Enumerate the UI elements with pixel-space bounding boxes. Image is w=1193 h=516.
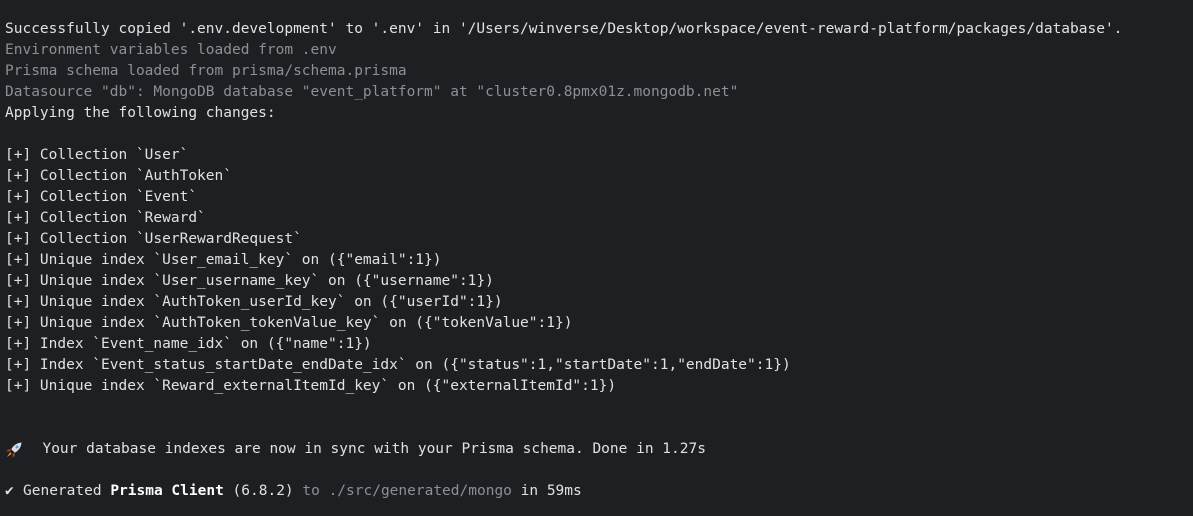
client-name: Prisma Client [110,483,224,499]
change-line: [+] Collection `User` [5,147,189,163]
check-icon: ✔ [5,483,14,499]
env-loaded-line: Environment variables loaded from .env [5,42,337,58]
change-line: [+] Collection `Reward` [5,210,206,226]
datasource-line: Datasource "db": MongoDB database "event… [5,84,739,100]
client-version: (6.8.2) [223,483,294,499]
change-line: [+] Unique index `AuthToken_tokenValue_k… [5,315,573,331]
change-line: [+] Unique index `AuthToken_userId_key` … [5,294,503,310]
change-line: [+] Collection `UserRewardRequest` [5,231,302,247]
change-line: [+] Index `Event_name_idx` on ({"name":1… [5,336,372,352]
sync-message-text: Your database indexes are now in sync wi… [42,441,706,457]
output-path: to ./src/generated/mongo [293,483,512,499]
change-line: [+] Unique index `User_email_key` on ({"… [5,252,442,268]
change-line: [+] Unique index `User_username_key` on … [5,273,494,289]
change-line: [+] Collection `AuthToken` [5,168,232,184]
schema-loaded-line: Prisma schema loaded from prisma/schema.… [5,63,407,79]
generated-line: ✔ Generated Prisma Client (6.8.2) to ./sr… [5,481,1193,502]
terminal-output: Successfully copied '.env.development' t… [0,0,1193,516]
rocket-icon [5,439,25,460]
generated-prefix: Generated [23,483,111,499]
generation-duration: in 59ms [511,483,582,499]
sync-message-line: Your database indexes are now in sync wi… [5,439,1193,460]
copy-success-line: Successfully copied '.env.development' t… [5,21,1123,37]
change-line: [+] Unique index `Reward_externalItemId_… [5,378,617,394]
change-line: [+] Collection `Event` [5,189,198,205]
applying-changes-line: Applying the following changes: [5,105,276,121]
change-line: [+] Index `Event_status_startDate_endDat… [5,357,791,373]
